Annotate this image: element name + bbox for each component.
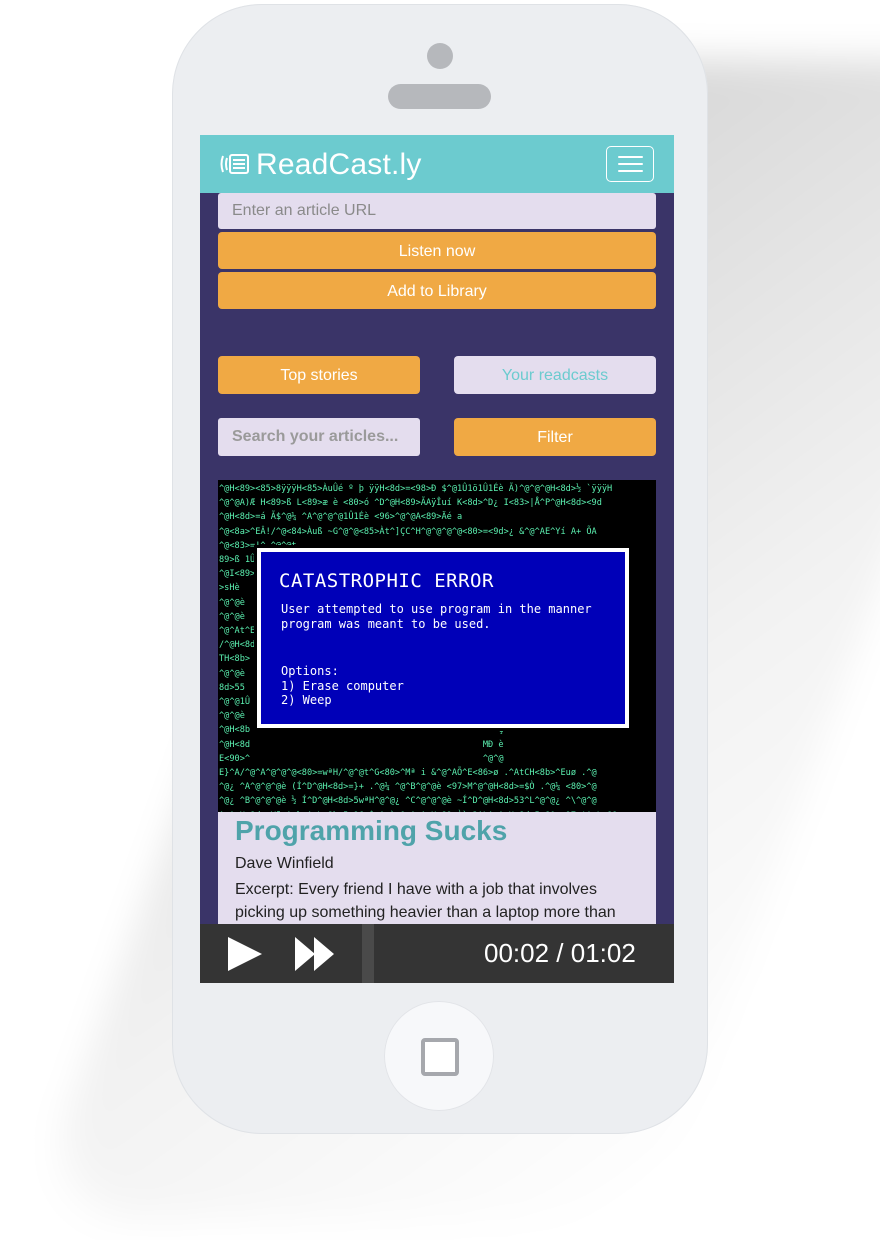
article-excerpt: Excerpt: Every friend I have with a job … xyxy=(235,881,616,921)
listen-now-button[interactable]: Listen now xyxy=(218,232,656,269)
article-author: Dave Winfield xyxy=(235,855,334,872)
option-weep: 2) Weep xyxy=(281,693,332,707)
tab-top-stories[interactable]: Top stories xyxy=(218,356,420,394)
phone-frame: ReadCast.ly Listen now Add to Library To… xyxy=(172,4,708,1134)
hamburger-menu-icon xyxy=(618,156,643,158)
fast-forward-icon[interactable] xyxy=(294,936,336,972)
hamburger-menu-icon xyxy=(618,163,643,165)
hamburger-menu-icon xyxy=(618,170,643,172)
error-message: User attempted to use program in the man… xyxy=(281,602,592,631)
error-dialog: CATASTROPHIC ERROR User attempted to use… xyxy=(254,545,632,731)
readcast-logo-icon xyxy=(220,154,249,174)
camera-icon xyxy=(427,43,453,69)
audio-player: 00:02 / 01:02 xyxy=(200,924,674,983)
tab-your-readcasts[interactable]: Your readcasts xyxy=(454,356,656,394)
article-url-input[interactable] xyxy=(218,193,656,229)
options-label: Options: xyxy=(281,664,339,678)
play-icon[interactable] xyxy=(226,936,266,972)
home-square-icon xyxy=(421,1038,459,1076)
playback-time: 00:02 / 01:02 xyxy=(484,938,636,969)
time-separator: / xyxy=(549,938,571,968)
error-options: Options: 1) Erase computer 2) Weep xyxy=(281,664,404,708)
article-image[interactable]: ^@H<89><85>8ÿÿÿH<85>ÀuÛé º þ ÿÿH<8d>=<98… xyxy=(218,480,656,812)
total-duration: 01:02 xyxy=(570,938,636,968)
add-to-library-button[interactable]: Add to Library xyxy=(218,272,656,309)
error-title: CATASTROPHIC ERROR xyxy=(279,570,494,592)
search-articles-input[interactable] xyxy=(218,418,420,456)
filter-button[interactable]: Filter xyxy=(454,418,656,456)
option-erase: 1) Erase computer xyxy=(281,678,404,693)
home-button[interactable] xyxy=(384,1001,494,1111)
hamburger-menu-button[interactable] xyxy=(606,146,654,182)
article-card[interactable]: Programming Sucks Dave Winfield Excerpt:… xyxy=(218,812,656,942)
speaker-grille xyxy=(388,84,491,109)
brand-name[interactable]: ReadCast.ly xyxy=(256,148,422,182)
playback-progress-bar[interactable] xyxy=(362,924,374,983)
navbar: ReadCast.ly xyxy=(200,135,674,193)
article-title[interactable]: Programming Sucks xyxy=(235,815,507,847)
phone-screen: ReadCast.ly Listen now Add to Library To… xyxy=(200,135,674,983)
elapsed-time: 00:02 xyxy=(484,938,550,968)
